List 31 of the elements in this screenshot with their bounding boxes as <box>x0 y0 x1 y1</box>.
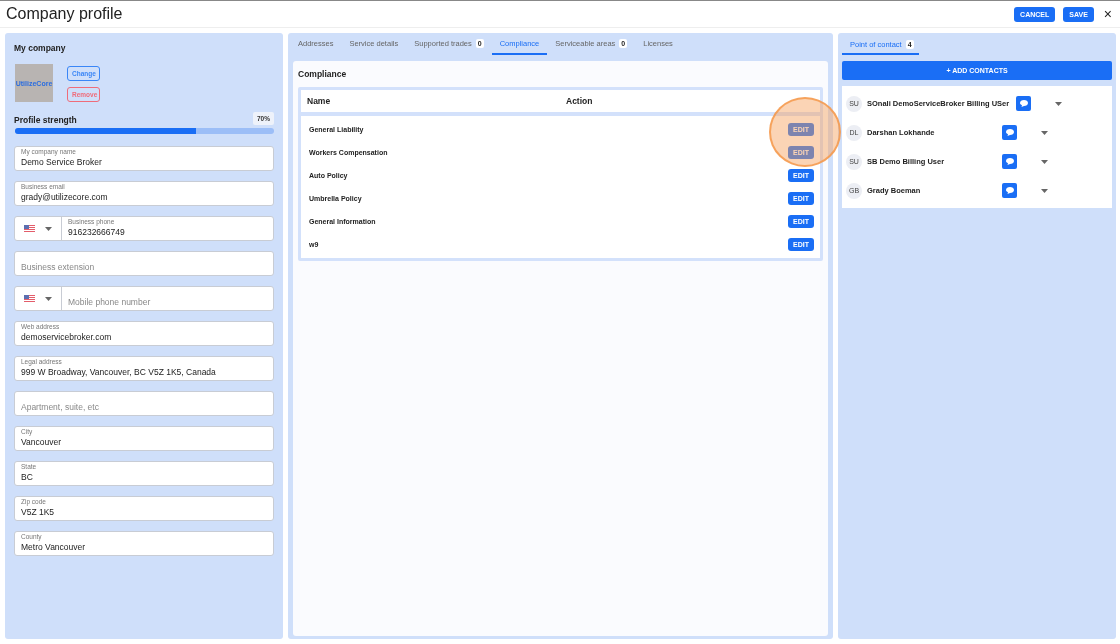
profile-strength-label: Profile strength <box>14 115 77 125</box>
field-value: Metro Vancouver <box>21 541 86 552</box>
card-title: Compliance <box>298 69 348 79</box>
chat-button[interactable] <box>1002 183 1017 198</box>
column-header: Name <box>307 96 332 106</box>
close-button[interactable]: × <box>1101 6 1114 22</box>
caret-icon[interactable] <box>1055 101 1063 106</box>
section-title: My company <box>14 43 67 53</box>
caret-icon[interactable] <box>1041 159 1048 164</box>
window-title: Company profile <box>6 5 124 23</box>
column-header: Action <box>566 96 593 106</box>
caret-icon[interactable] <box>1041 130 1048 135</box>
chat-button[interactable] <box>1002 154 1017 169</box>
chat-bubble-icon <box>1019 100 1028 107</box>
field-value: BC <box>21 471 33 482</box>
input-field[interactable]: Business extension <box>14 251 274 276</box>
input-field[interactable]: Apartment, suite, etc <box>14 391 274 416</box>
caret-icon[interactable] <box>1041 188 1048 193</box>
chat-bubble-icon <box>1005 158 1014 165</box>
field-value: Vancouver <box>21 436 61 447</box>
field-value: 999 W Broadway, Vancouver, BC V5Z 1K5, Canada <box>21 366 216 377</box>
chat-bubble-icon <box>1005 129 1014 136</box>
field-value: grady@utilizecore.com <box>21 191 108 202</box>
field-value: V5Z 1K5 <box>21 506 55 517</box>
field-value: demoservicebroker.com <box>21 331 112 342</box>
chat-button[interactable] <box>1016 96 1032 111</box>
field-placeholder: Apartment, suite, etc <box>21 401 99 412</box>
field-placeholder: Business extension <box>21 261 95 272</box>
field-value: Demo Service Broker <box>21 156 102 167</box>
chat-bubble-icon <box>1005 187 1014 194</box>
chat-button[interactable] <box>1002 125 1017 140</box>
